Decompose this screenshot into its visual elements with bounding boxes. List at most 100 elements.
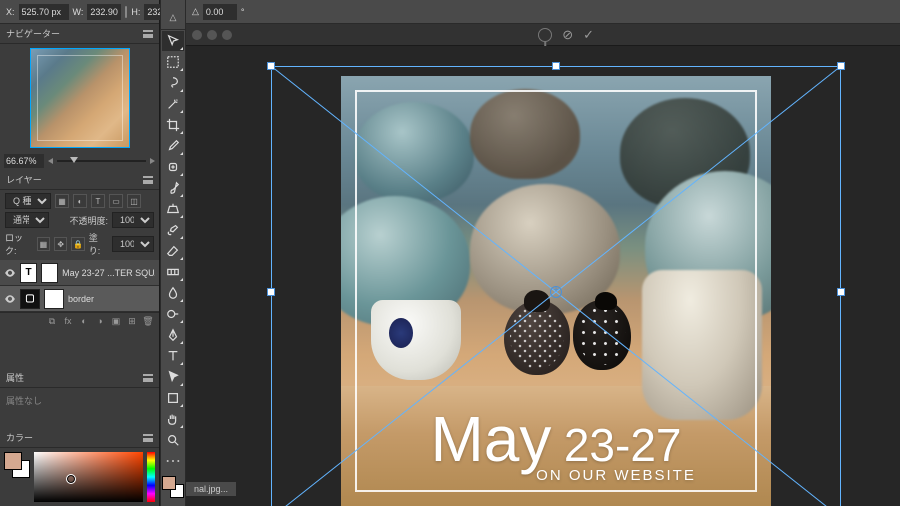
filter-smart-icon[interactable]: ◫ [127, 194, 141, 208]
properties-title: 属性 [6, 371, 24, 384]
navigator-header[interactable]: ナビゲーター [0, 24, 159, 44]
path-select-tool[interactable] [162, 367, 184, 387]
lasso-tool[interactable] [162, 73, 184, 93]
blend-mode-select[interactable]: 通常 [5, 212, 49, 228]
adjustment-icon[interactable]: ◑ [93, 316, 107, 328]
fill-select[interactable]: 100% [112, 236, 154, 252]
layer-name[interactable]: May 23-27 ...TER SQUARE [62, 268, 155, 278]
lock-position-icon[interactable]: ✥ [54, 237, 67, 251]
transform-handle-mr[interactable] [837, 288, 845, 296]
panel-menu-icon[interactable] [143, 30, 153, 38]
commit-transform-button[interactable]: ✓ [583, 27, 594, 43]
transform-handle-tm[interactable] [552, 62, 560, 70]
tool-swatches[interactable] [162, 476, 184, 498]
transform-handle-tl[interactable] [267, 62, 275, 70]
filter-shape-icon[interactable]: ▭ [109, 194, 123, 208]
layer-row[interactable]: T May 23-27 ...TER SQUARE [0, 260, 159, 286]
brush-tool[interactable] [162, 178, 184, 198]
minimize-window-button[interactable] [207, 30, 217, 40]
eraser-tool[interactable] [162, 241, 184, 261]
panel-menu-icon[interactable] [143, 374, 153, 382]
magic-wand-tool[interactable] [162, 94, 184, 114]
layer-name[interactable]: border [68, 294, 94, 304]
lock-all-icon[interactable]: 🔒 [71, 237, 84, 251]
close-window-button[interactable] [192, 30, 202, 40]
lock-pixels-icon[interactable]: ▦ [37, 237, 50, 251]
shape-tool[interactable] [162, 388, 184, 408]
angle-field[interactable] [203, 4, 237, 20]
layer-row[interactable]: ▢ border [0, 286, 159, 312]
gradient-tool[interactable] [162, 262, 184, 282]
document-tab[interactable]: nal.jpg... [186, 482, 236, 496]
history-brush-tool[interactable] [162, 220, 184, 240]
pen-tool[interactable] [162, 325, 184, 345]
canvas[interactable]: May 23-27 ON OUR WEBSITE [186, 46, 900, 506]
fg-color-swatch[interactable] [162, 476, 176, 490]
angle-icon: △ [192, 6, 199, 17]
transform-handle-tr[interactable] [837, 62, 845, 70]
panel-menu-icon[interactable] [143, 434, 153, 442]
clone-stamp-tool[interactable] [162, 199, 184, 219]
crop-tool[interactable] [162, 115, 184, 135]
filter-type-icon[interactable]: T [91, 194, 105, 208]
healing-tool[interactable] [162, 157, 184, 177]
properties-header[interactable]: 属性 [0, 368, 159, 388]
color-picker[interactable] [34, 452, 143, 502]
navigator-thumbnail[interactable] [30, 48, 130, 148]
blur-tool[interactable] [162, 283, 184, 303]
options-bar-ext: △ [161, 6, 185, 30]
visibility-icon[interactable] [4, 293, 16, 305]
hue-strip[interactable] [147, 452, 155, 502]
art-dates: 23-27 [564, 425, 682, 466]
new-layer-icon[interactable]: ⊞ [125, 316, 139, 328]
group-icon[interactable]: ▣ [109, 316, 123, 328]
delete-icon[interactable]: 🗑 [141, 316, 155, 328]
dodge-tool[interactable] [162, 304, 184, 324]
h-label: H: [131, 7, 140, 17]
art-month: May [430, 411, 551, 469]
zoom-slider[interactable] [57, 160, 146, 162]
mask-icon[interactable]: ◐ [77, 316, 91, 328]
link-layers-icon[interactable]: ⧉ [45, 316, 59, 328]
filter-adjust-icon[interactable]: ◐ [73, 194, 87, 208]
foreground-swatch[interactable] [4, 452, 22, 470]
layers-body: Q 種類 ▦ ◐ T ▭ ◫ 通常 不透明度: 100% [0, 190, 159, 368]
visibility-icon[interactable] [4, 267, 16, 279]
reference-point-icon[interactable] [538, 28, 552, 42]
lock-label: ロック: [5, 231, 33, 257]
panel-menu-icon[interactable] [143, 176, 153, 184]
window-controls [192, 30, 232, 40]
zoom-field[interactable] [4, 154, 44, 168]
maximize-window-button[interactable] [222, 30, 232, 40]
layer-mask-thumb[interactable] [44, 289, 64, 309]
picker-ring[interactable] [67, 475, 75, 483]
color-swatches[interactable] [4, 452, 30, 478]
edit-toolbar[interactable]: ⋯ [162, 451, 184, 471]
type-tool[interactable] [162, 346, 184, 366]
layer-thumb-type: T [20, 263, 37, 283]
cancel-transform-button[interactable]: ⊘ [562, 27, 573, 43]
zoom-out-icon[interactable] [48, 158, 53, 164]
move-tool[interactable] [162, 31, 184, 51]
transform-handle-ml[interactable] [267, 288, 275, 296]
layer-thumb-image: ▢ [20, 289, 40, 309]
navigator-title: ナビゲーター [6, 27, 60, 40]
marquee-tool[interactable] [162, 52, 184, 72]
fx-icon[interactable]: fx [61, 316, 75, 328]
layer-mask-thumb[interactable] [41, 263, 58, 283]
eyedropper-tool[interactable] [162, 136, 184, 156]
zoom-tool[interactable] [162, 430, 184, 450]
hand-tool[interactable] [162, 409, 184, 429]
color-title: カラー [6, 431, 33, 444]
opacity-select[interactable]: 100% [112, 212, 154, 228]
layers-header[interactable]: レイヤー [0, 170, 159, 190]
layer-filter-select[interactable]: Q 種類 [5, 193, 51, 209]
w-field[interactable] [87, 4, 121, 20]
angle-unit: ° [241, 7, 245, 17]
zoom-in-icon[interactable] [150, 158, 155, 164]
navigator-zoom-row [0, 152, 159, 170]
link-icon[interactable] [125, 6, 127, 18]
x-field[interactable] [19, 4, 69, 20]
filter-pixel-icon[interactable]: ▦ [55, 194, 69, 208]
color-header[interactable]: カラー [0, 428, 159, 448]
